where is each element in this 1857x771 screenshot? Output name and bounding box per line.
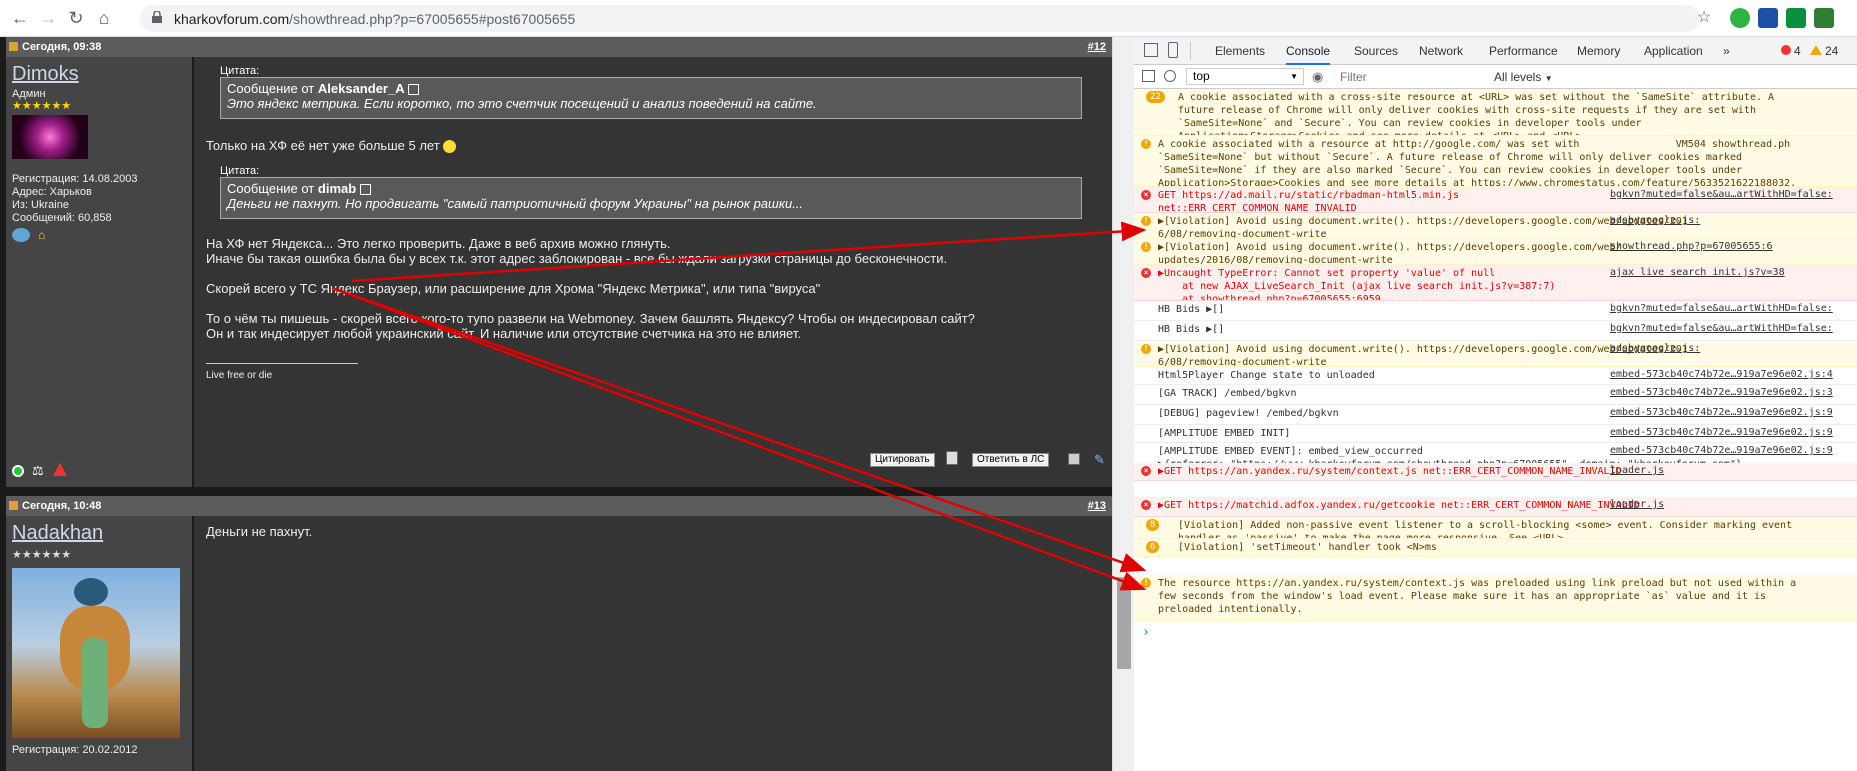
arrow: [351, 221, 1147, 283]
arrow: [331, 286, 1147, 573]
annotation-arrows: [331, 221, 1147, 591]
arrow: [331, 286, 1147, 591]
